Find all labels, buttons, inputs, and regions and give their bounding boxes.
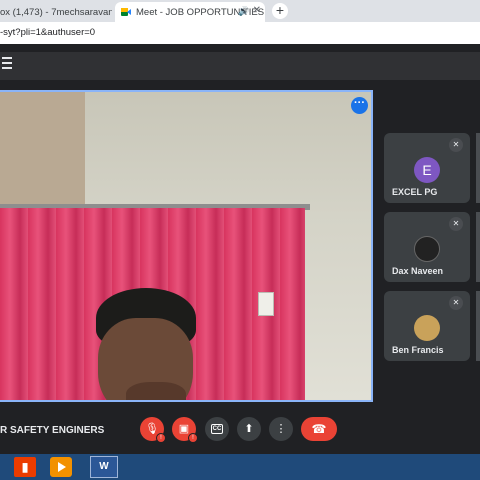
participant-tile[interactable]: ✕ Dax Naveen [384, 212, 470, 282]
new-tab-button[interactable]: + [272, 3, 288, 19]
tile-edge [476, 133, 480, 203]
speaker-hand [126, 382, 186, 400]
avatar [414, 315, 440, 341]
present-icon: ⬆ [244, 423, 254, 435]
browser-tab-strip: ox (1,473) - 7mechsaravana@ Meet - JOB O… [0, 0, 480, 22]
meeting-title: R SAFETY ENGINERS [0, 425, 105, 436]
taskbar: ▮ W [0, 454, 480, 480]
more-options-icon[interactable]: ··· [351, 97, 368, 114]
speaker-icon: 🔊 [238, 6, 250, 16]
participant-tile[interactable]: ✕ E EXCEL PG [384, 133, 470, 203]
menu-icon[interactable] [2, 57, 12, 59]
meet-logo-icon [121, 8, 131, 16]
avatar [414, 236, 440, 262]
participant-tile[interactable]: ✕ Ben Francis [384, 291, 470, 361]
meet-area: ··· ✕ E EXCEL PG ✕ Dax Naveen ✕ Ben Fran… [0, 44, 480, 454]
participant-name: Dax Naveen [392, 266, 444, 276]
more-vert-icon: ⋮ [275, 423, 287, 435]
video-switchbox [258, 292, 274, 316]
word-icon[interactable]: W [90, 456, 118, 478]
present-button[interactable]: ⬆ [237, 417, 261, 441]
participant-name: Ben Francis [392, 345, 444, 355]
tab-label: ox (1,473) - 7mechsaravana@ [0, 6, 112, 18]
mic-off-icon: ✕ [449, 296, 463, 310]
close-icon[interactable]: ✕ [253, 5, 261, 16]
office-icon[interactable]: ▮ [14, 457, 36, 477]
address-bar[interactable]: -syt?pli=1&authuser=0 [0, 22, 480, 45]
tab-gmail[interactable]: ox (1,473) - 7mechsaravana@ [0, 2, 112, 22]
videocam-off-icon: ▣ [178, 423, 190, 435]
url-text: -syt?pli=1&authuser=0 [0, 27, 96, 38]
avatar: E [414, 157, 440, 183]
more-options-button[interactable]: ⋮ [269, 417, 293, 441]
tile-edge [476, 212, 480, 282]
participant-name: EXCEL PG [392, 187, 438, 197]
captions-icon: CC [210, 424, 224, 435]
leave-call-button[interactable]: ☎ [301, 417, 337, 441]
word-label: W [99, 461, 109, 472]
mic-toggle-button[interactable]: 🎙 ! [140, 417, 166, 443]
mic-off-icon: ✕ [449, 217, 463, 231]
call-end-icon: ☎ [311, 422, 327, 436]
tile-edge [476, 291, 480, 361]
warning-icon: ! [188, 433, 198, 443]
warning-icon: ! [156, 433, 166, 443]
captions-button[interactable]: CC [205, 417, 229, 441]
main-video[interactable]: ··· [0, 90, 373, 402]
camera-toggle-button[interactable]: ▣ ! [172, 417, 198, 443]
meet-top-bar [0, 52, 480, 80]
media-player-icon[interactable] [50, 457, 72, 477]
mic-off-icon: ✕ [449, 138, 463, 152]
